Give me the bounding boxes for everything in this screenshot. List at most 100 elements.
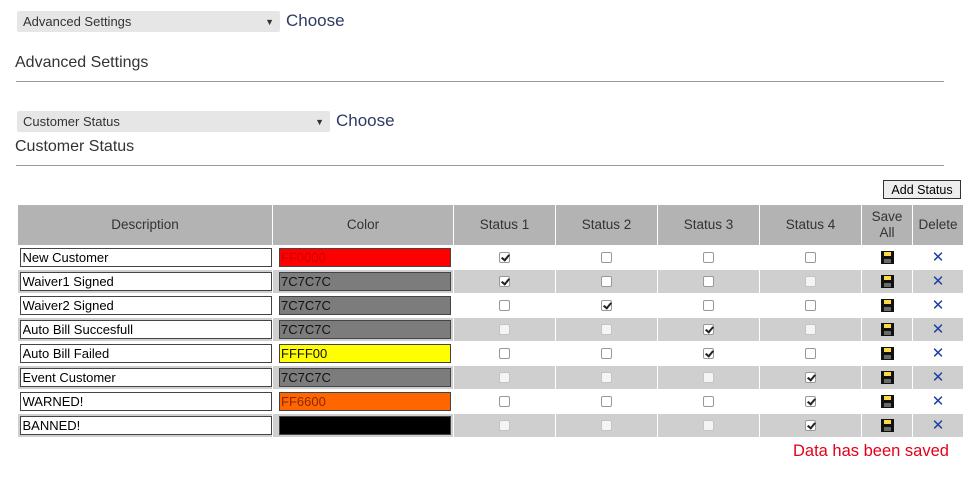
close-x-icon[interactable]: ✕	[932, 249, 945, 266]
status-1-checkbox[interactable]	[499, 275, 510, 287]
description-cell	[17, 245, 273, 270]
table-row: ✕	[17, 245, 964, 270]
status-1-checkbox[interactable]	[499, 347, 510, 359]
status-1-cell	[453, 317, 556, 342]
status-1-checkbox[interactable]	[499, 251, 510, 263]
close-x-icon[interactable]: ✕	[932, 321, 945, 338]
status-4-checkbox[interactable]	[805, 299, 816, 311]
color-input[interactable]	[279, 296, 451, 315]
description-input[interactable]	[19, 416, 272, 435]
divider	[16, 81, 944, 82]
close-x-icon[interactable]: ✕	[932, 393, 945, 410]
chevron-down-icon: ▼	[265, 16, 274, 27]
header-status-2: Status 2	[555, 204, 658, 246]
status-2-checkbox[interactable]	[601, 251, 612, 263]
status-4-cell	[759, 413, 862, 438]
header-description: Description	[17, 204, 273, 246]
status-2-checkbox	[601, 419, 612, 431]
advanced-settings-heading: Advanced Settings	[15, 54, 149, 71]
description-cell	[17, 365, 273, 390]
status-2-cell	[555, 269, 658, 294]
status-3-checkbox	[703, 371, 714, 383]
status-3-checkbox[interactable]	[703, 251, 714, 263]
status-3-checkbox[interactable]	[703, 323, 714, 335]
description-input[interactable]	[19, 248, 272, 267]
status-4-checkbox[interactable]	[805, 395, 816, 407]
status-4-cell	[759, 293, 862, 318]
color-cell	[272, 293, 454, 318]
color-input[interactable]	[279, 320, 451, 339]
close-x-icon[interactable]: ✕	[932, 297, 945, 314]
floppy-disk-icon[interactable]	[880, 394, 894, 408]
color-cell	[272, 245, 454, 270]
status-3-checkbox[interactable]	[703, 299, 714, 311]
status-4-checkbox[interactable]	[805, 251, 816, 263]
color-input[interactable]	[279, 248, 451, 267]
status-1-cell	[453, 341, 556, 366]
floppy-disk-icon[interactable]	[880, 274, 894, 288]
status-1-checkbox	[499, 419, 510, 431]
status-2-cell	[555, 365, 658, 390]
description-input[interactable]	[19, 296, 272, 315]
header-save-all[interactable]: Save All	[861, 204, 913, 246]
color-cell	[272, 365, 454, 390]
status-1-checkbox[interactable]	[499, 395, 510, 407]
floppy-disk-icon[interactable]	[880, 370, 894, 384]
choose-status-link[interactable]: Choose	[336, 111, 395, 131]
status-3-cell	[657, 293, 760, 318]
description-input[interactable]	[19, 320, 272, 339]
table-row: ✕	[17, 317, 964, 342]
color-cell	[272, 413, 454, 438]
settings-select-value: Advanced Settings	[23, 14, 132, 29]
add-status-button[interactable]: Add Status	[883, 180, 961, 199]
color-input[interactable]	[279, 272, 451, 291]
delete-cell: ✕	[912, 365, 964, 390]
description-cell	[17, 389, 273, 414]
color-input[interactable]	[279, 368, 451, 387]
close-x-icon[interactable]: ✕	[932, 369, 945, 386]
status-2-checkbox	[601, 323, 612, 335]
description-input[interactable]	[19, 344, 272, 363]
status-3-cell	[657, 413, 760, 438]
status-3-cell	[657, 269, 760, 294]
close-x-icon[interactable]: ✕	[932, 273, 945, 290]
status-3-checkbox[interactable]	[703, 275, 714, 287]
description-input[interactable]	[19, 272, 272, 291]
status-4-checkbox[interactable]	[805, 347, 816, 359]
settings-select[interactable]: Advanced Settings ▼	[17, 11, 280, 32]
floppy-disk-icon[interactable]	[880, 346, 894, 360]
status-1-cell	[453, 365, 556, 390]
header-status-4: Status 4	[759, 204, 862, 246]
status-3-checkbox[interactable]	[703, 395, 714, 407]
save-cell	[861, 389, 913, 414]
status-table: Description Color Status 1 Status 2 Stat…	[17, 204, 964, 438]
close-x-icon[interactable]: ✕	[932, 417, 945, 434]
floppy-disk-icon[interactable]	[880, 298, 894, 312]
floppy-disk-icon[interactable]	[880, 322, 894, 336]
color-input[interactable]	[279, 416, 451, 435]
status-3-cell	[657, 317, 760, 342]
status-3-checkbox[interactable]	[703, 347, 714, 359]
status-2-checkbox[interactable]	[601, 299, 612, 311]
choose-settings-link[interactable]: Choose	[286, 11, 345, 31]
description-input[interactable]	[19, 392, 272, 411]
description-input[interactable]	[19, 368, 272, 387]
color-input[interactable]	[279, 392, 451, 411]
status-4-cell	[759, 317, 862, 342]
color-cell	[272, 389, 454, 414]
status-select[interactable]: Customer Status ▼	[17, 111, 330, 132]
color-input[interactable]	[279, 344, 451, 363]
floppy-disk-icon[interactable]	[880, 418, 894, 432]
description-cell	[17, 413, 273, 438]
status-4-checkbox[interactable]	[805, 371, 816, 383]
status-2-checkbox[interactable]	[601, 395, 612, 407]
status-4-checkbox[interactable]	[805, 419, 816, 431]
status-2-checkbox[interactable]	[601, 347, 612, 359]
delete-cell: ✕	[912, 389, 964, 414]
delete-cell: ✕	[912, 269, 964, 294]
status-2-checkbox[interactable]	[601, 275, 612, 287]
floppy-disk-icon[interactable]	[880, 250, 894, 264]
close-x-icon[interactable]: ✕	[932, 345, 945, 362]
color-cell	[272, 269, 454, 294]
status-1-checkbox[interactable]	[499, 299, 510, 311]
